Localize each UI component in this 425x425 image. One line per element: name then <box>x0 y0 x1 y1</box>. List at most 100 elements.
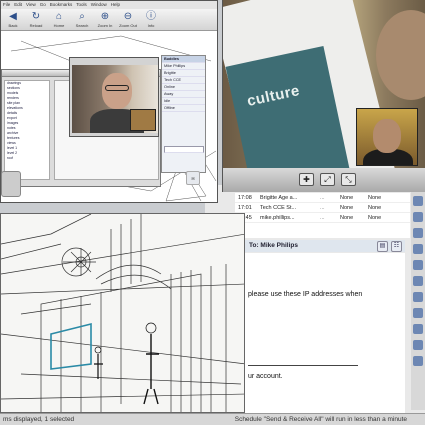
toolbar-label: Zoom Out <box>119 23 137 28</box>
menu-item-window[interactable]: Window <box>89 1 109 9</box>
toolbar-label: Reload <box>29 23 43 28</box>
home-icon: ⌂ <box>55 11 63 22</box>
table-cell-dots: ... <box>320 194 325 201</box>
menu-item-view[interactable]: View <box>24 1 38 9</box>
buddy-item[interactable]: Brigitte <box>162 70 205 77</box>
buddy-list-header: Buddies <box>162 56 205 63</box>
folder-icon[interactable] <box>413 340 423 350</box>
right-sidebar <box>411 190 425 410</box>
toolbar-label: Search <box>75 23 89 28</box>
attachment-icon[interactable]: ▤ <box>377 241 388 252</box>
table-cell-c2: None <box>368 194 382 201</box>
table-cell-time: 17:01 <box>238 204 252 211</box>
status-count: ms displayed, 1 selected <box>3 416 75 423</box>
microphone-icon[interactable]: ✚ <box>299 173 314 186</box>
zoom-out-icon: ⊖ <box>123 11 133 22</box>
chat-video-feed <box>72 65 158 133</box>
toolbar-label: Zoom In <box>97 23 113 28</box>
table-cell-c1: None <box>340 204 354 211</box>
folder-icon[interactable] <box>413 196 423 206</box>
video-controls: ✚ ⤢ ⤡ <box>223 168 425 192</box>
list-item[interactable]: roof <box>5 156 49 161</box>
chat-bubble-icon[interactable]: ✉ <box>186 171 200 185</box>
buddy-item[interactable]: Offline <box>162 105 205 112</box>
folder-icon[interactable] <box>413 276 423 286</box>
self-view-video[interactable] <box>356 108 418 166</box>
table-cell-dots: ... <box>320 204 325 211</box>
toolbar-label: Home <box>53 23 65 28</box>
search-button[interactable]: ⌕ Search <box>73 11 91 28</box>
zoom-in-button[interactable]: ⊕ Zoom In <box>96 11 114 28</box>
back-icon: ◀ <box>9 11 17 22</box>
status-schedule: Schedule "Send & Receive All" will run i… <box>234 416 407 423</box>
dock-widget[interactable] <box>1 171 21 197</box>
home-button[interactable]: ⌂ Home <box>50 11 68 28</box>
table-cell-from: Tech CCE St... <box>260 204 297 211</box>
folder-icon[interactable] <box>413 356 423 366</box>
table-row[interactable]: 17:01 Tech CCE St...... None None <box>235 203 410 213</box>
folder-icon[interactable] <box>413 260 423 270</box>
browser-toolbar: ◀ Back ↻ Reload ⌂ Home ⌕ Search ⊕ Zoom In ⊖ Zoom Ou… <box>1 9 217 31</box>
menu-item-edit[interactable]: Edit <box>12 1 24 9</box>
table-cell-time: 17:08 <box>238 194 252 201</box>
reload-icon: ↻ <box>31 11 41 22</box>
toolbar-label: Info <box>147 23 155 28</box>
message-list[interactable]: 17:08 Brigitte Age a...... None None 17:01 Te… <box>235 193 410 238</box>
table-cell-c2: None <box>368 204 382 211</box>
folder-icon[interactable] <box>413 244 423 254</box>
remote-video-feed: culture <box>223 0 425 168</box>
zoom-out-button[interactable]: ⊖ Zoom Out <box>119 11 137 28</box>
back-button[interactable]: ◀ Back <box>4 11 22 28</box>
menu-bar: File Edit View Go Bookmarks Tools Window Help <box>1 1 217 9</box>
toolbar-label: Back <box>8 23 18 28</box>
menu-item-file[interactable]: File <box>1 1 12 9</box>
table-cell-c1: None <box>340 194 354 201</box>
browser-window: File Edit View Go Bookmarks Tools Window Help ◀… <box>0 0 218 203</box>
architectural-sketch <box>1 214 244 412</box>
message-body[interactable]: please use these IP addresses when ur ac… <box>245 253 405 413</box>
message-line: please use these IP addresses when <box>248 291 363 298</box>
status-bar: ms displayed, 1 selected Schedule "Send … <box>0 413 425 425</box>
info-icon: ⓘ <box>146 11 156 22</box>
buddy-item[interactable]: Online <box>162 84 205 91</box>
folder-icon[interactable] <box>413 228 423 238</box>
person-face <box>102 73 132 109</box>
self-view-video[interactable] <box>130 109 156 131</box>
folder-icon[interactable] <box>413 324 423 334</box>
search-icon: ⌕ <box>79 11 85 22</box>
contacts-icon[interactable]: ☷ <box>391 241 402 252</box>
table-cell-c2: None <box>368 214 382 221</box>
buddy-item[interactable]: Tech CCE <box>162 77 205 84</box>
browser-content: drawings sections models renders site plan el… <box>1 31 217 202</box>
buddy-item[interactable]: Idle <box>162 98 205 105</box>
person-face <box>373 119 401 153</box>
shrink-icon[interactable]: ⤡ <box>341 173 356 186</box>
reload-button[interactable]: ↻ Reload <box>27 11 45 28</box>
folder-icon[interactable] <box>413 308 423 318</box>
person-face <box>376 10 425 100</box>
buddy-list[interactable]: Buddies Mike Phillips Brigitte Tech CCE Onl… <box>161 55 206 173</box>
desktop: 17:08 Brigitte Age a...... None None 17:01 Te… <box>0 0 425 425</box>
buddy-item[interactable]: Mike Phillips <box>162 63 205 70</box>
table-row[interactable]: 16:45mike.phillips......NoneNone <box>235 213 410 223</box>
message-line: ur account. <box>248 373 283 380</box>
file-list[interactable]: drawings sections models renders site plan el… <box>4 80 50 180</box>
glasses <box>105 85 129 91</box>
table-cell-from: mike.phillips... <box>260 214 295 221</box>
video-chat-popup[interactable] <box>69 57 159 137</box>
table-cell-c1: None <box>340 214 354 221</box>
info-button[interactable]: ⓘ Info <box>142 11 160 28</box>
fullscreen-icon[interactable]: ⤢ <box>320 173 335 186</box>
buddy-item[interactable]: Away <box>162 91 205 98</box>
divider <box>248 365 358 366</box>
folder-icon[interactable] <box>413 212 423 222</box>
buddy-search-input[interactable] <box>164 146 204 153</box>
video-chat-window: culture ✚ ⤢ ⤡ <box>222 0 425 192</box>
table-row[interactable]: 17:08 Brigitte Age a...... None None <box>235 193 410 203</box>
table-cell-dots: ... <box>320 214 325 221</box>
menu-item-help[interactable]: Help <box>109 1 122 9</box>
folder-icon[interactable] <box>413 292 423 302</box>
menu-item-tools[interactable]: Tools <box>74 1 89 9</box>
menu-item-go[interactable]: Go <box>38 1 48 9</box>
menu-item-bookmarks[interactable]: Bookmarks <box>48 1 75 9</box>
